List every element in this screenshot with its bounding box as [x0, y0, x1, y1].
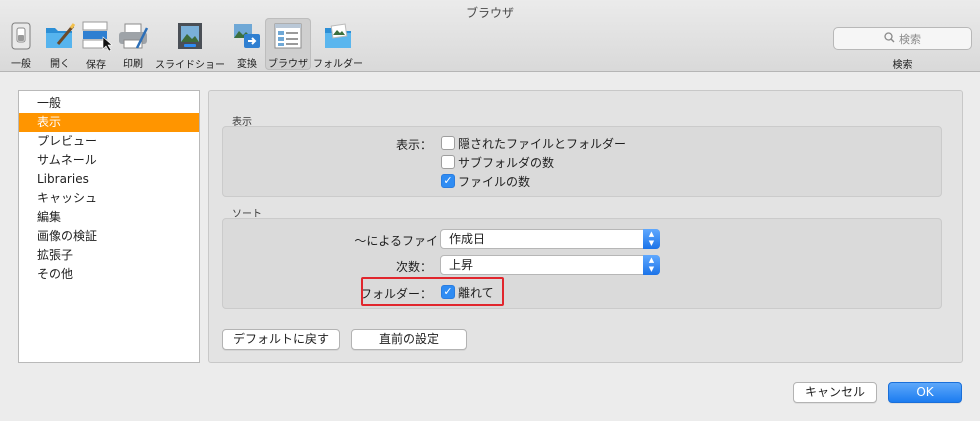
sidebar-item-preview[interactable]: プレビュー [19, 132, 199, 151]
order-value: 上昇 [449, 258, 474, 272]
sidebar-item-display[interactable]: 表示 [19, 113, 199, 132]
convert-icon [230, 21, 264, 50]
sort-by-popup[interactable]: 作成日 ▲ ▼ [440, 229, 660, 249]
toolbar-general-label: 一般 [11, 59, 31, 70]
sort-by-label: 〜によるファイ [354, 234, 438, 248]
slideshow-icon [173, 21, 207, 51]
toolbar-print-button[interactable]: 印刷 [115, 18, 151, 70]
toolbar-save-button[interactable]: 保存 [77, 18, 115, 71]
sidebar-item-other[interactable]: その他 [19, 265, 199, 284]
file-formats-icon [79, 21, 113, 51]
reset-defaults-button[interactable]: デフォルトに戻す [222, 329, 340, 350]
cancel-button[interactable]: キャンセル [793, 382, 877, 403]
sort-by-value: 作成日 [449, 232, 486, 246]
toolbar-save-label: 保存 [86, 60, 106, 71]
toolbar-browser-label: ブラウザ [268, 59, 308, 70]
switch-icon [4, 21, 38, 50]
sidebar-item-general[interactable]: 一般 [19, 94, 199, 113]
toolbar-open-button[interactable]: 開く [42, 18, 78, 70]
toolbar-open-label: 開く [50, 59, 70, 70]
subfolder-count-label: サブフォルダの数 [458, 156, 555, 170]
folder-pen-icon [43, 21, 77, 50]
toolbar-general-button[interactable]: 一般 [3, 18, 39, 70]
preferences-sidebar: 一般 表示 プレビュー サムネール Libraries キャッシュ 編集 画像の… [18, 90, 200, 363]
ok-button[interactable]: OK [888, 382, 962, 403]
sidebar-item-extensions[interactable]: 拡張子 [19, 246, 199, 265]
sidebar-item-libraries[interactable]: Libraries [19, 170, 199, 189]
file-count-label: ファイルの数 [458, 175, 531, 189]
order-popup[interactable]: 上昇 ▲ ▼ [440, 255, 660, 275]
toolbar-print-label: 印刷 [123, 59, 143, 70]
search-field[interactable]: 検索 [833, 27, 972, 50]
sidebar-item-cache[interactable]: キャッシュ [19, 189, 199, 208]
previous-settings-button[interactable]: 直前の設定 [351, 329, 467, 350]
annotation-highlight-box [361, 277, 504, 306]
hidden-files-checkbox[interactable] [441, 136, 455, 150]
window-titlebar: ブラウザ 一般 開く 保存 印刷 スライドショー 変換 ブラウザ フォルダー 検… [0, 0, 980, 72]
search-placeholder: 検索 [899, 32, 921, 46]
sidebar-item-image-validation[interactable]: 画像の検証 [19, 227, 199, 246]
search-icon [884, 31, 895, 46]
sidebar-item-thumbnails[interactable]: サムネール [19, 151, 199, 170]
file-count-checkbox[interactable]: ✓ [441, 174, 455, 188]
order-label: 次数： [395, 260, 432, 274]
toolbar-folder-button[interactable]: フォルダー [313, 18, 363, 70]
subfolder-count-checkbox[interactable] [441, 155, 455, 169]
hidden-files-label: 隠されたファイルとフォルダー [458, 137, 627, 151]
folder-photo-icon [321, 21, 355, 50]
toolbar-convert-label: 変換 [237, 59, 257, 70]
toolbar-convert-button[interactable]: 変換 [229, 18, 265, 70]
toolbar-slideshow-button[interactable]: スライドショー [152, 18, 228, 71]
toolbar-slideshow-label: スライドショー [155, 60, 225, 71]
search-label: 検索 [892, 60, 913, 71]
browser-icon [271, 21, 305, 50]
popup-stepper-icon: ▲ ▼ [643, 255, 660, 275]
sidebar-item-edit[interactable]: 編集 [19, 208, 199, 227]
display-row-label: 表示： [395, 138, 432, 152]
toolbar-folder-label: フォルダー [313, 59, 363, 70]
toolbar-browser-button[interactable]: ブラウザ [265, 18, 311, 70]
printer-icon [116, 21, 150, 50]
popup-stepper-icon: ▲ ▼ [643, 229, 660, 249]
